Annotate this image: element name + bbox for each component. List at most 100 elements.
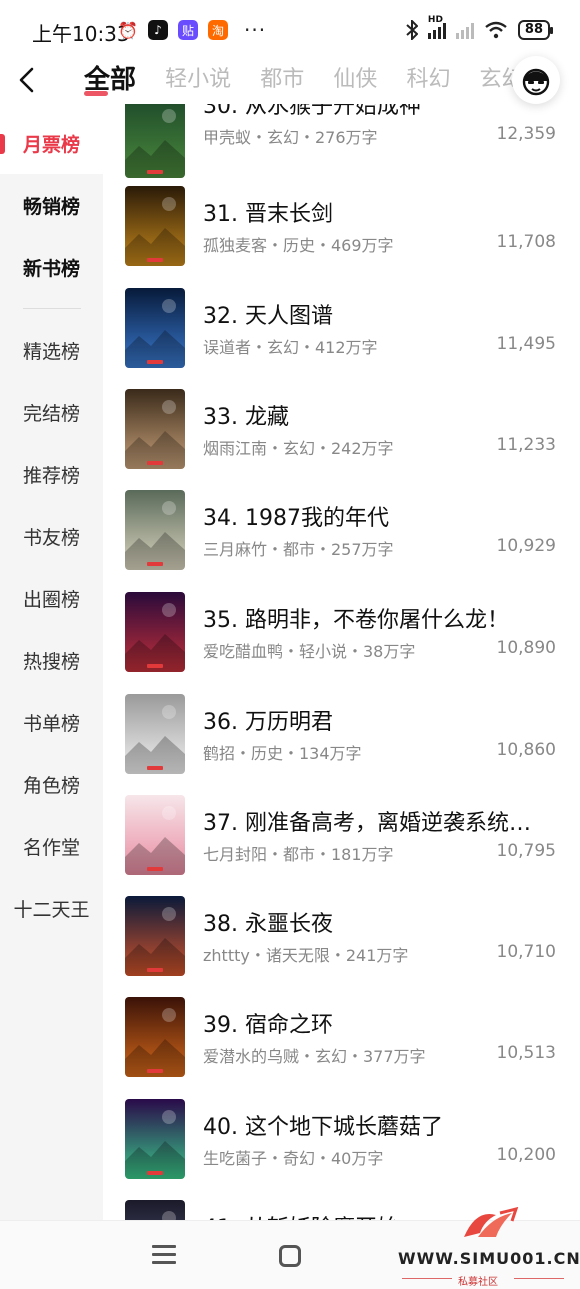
sidebar-item-label: 书友榜 [22,526,80,549]
sidebar-item-hall-of-fame[interactable]: 名作堂 [0,815,103,877]
status-app-icons: ⏰ ♪ 贴 淘 ··· [118,18,266,42]
system-nav-bar: WWW.SIMU001.CN 私募社区 [0,1207,580,1289]
book-meta: 鹤招・历史・134万字 [203,744,362,763]
book-cover [125,997,185,1077]
tieba-icon: 贴 [178,20,198,40]
book-meta: 烟雨江南・玄幻・242万字 [203,439,394,458]
more-notifications-icon: ··· [244,18,267,42]
cover-art-icon [125,186,185,266]
book-cover [125,104,185,178]
book-title: 36. 万历明君 [203,710,333,735]
sidebar-item-twelve-kings[interactable]: 十二天王 [0,877,103,939]
book-row[interactable]: 37. 刚准备高考，离婚逆袭系统… 七月封阳・都市・181万字 10,795 [103,795,580,895]
book-meta: 生吃菌子・奇幻・40万字 [203,1149,384,1168]
book-row[interactable]: 40. 这个地下城长蘑菇了 生吃菌子・奇幻・40万字 10,200 [103,1099,580,1199]
book-cover [125,490,185,570]
book-votes: 11,708 [496,232,556,252]
sidebar-item-monthly-ticket[interactable]: 月票榜 [0,112,103,174]
cover-art-icon [125,104,185,178]
sidebar-item-label: 月票榜 [22,133,80,156]
signal-icon: HD [427,15,446,39]
wifi-icon [485,21,507,39]
sidebar-item-hot-search[interactable]: 热搜榜 [0,629,103,691]
book-row[interactable]: 30. 从水猴子开始成神 甲壳蚁・玄幻・276万字 12,359 [103,104,580,198]
category-tabs: 全部 轻小说 都市 仙侠 科幻 玄幻 [84,60,524,104]
cover-art-icon [125,592,185,672]
status-time: 上午10:33 [32,22,130,46]
sidebar-item-booklist[interactable]: 书单榜 [0,691,103,753]
sidebar-item-label: 畅销榜 [22,195,80,218]
book-votes: 11,233 [496,435,556,455]
book-row[interactable]: 34. 1987我的年代 三月麻竹・都市・257万字 10,929 [103,490,580,590]
sidebar-item-label: 推荐榜 [22,464,80,487]
home-button[interactable] [279,1245,301,1267]
sidebar-item-breakout[interactable]: 出圈榜 [0,567,103,629]
book-cover [125,1099,185,1179]
book-title: 31. 晋末长剑 [203,202,333,227]
sidebar-item-label: 书单榜 [22,712,80,735]
book-title: 32. 天人图谱 [203,304,333,329]
book-meta: 误道者・玄幻・412万字 [203,338,378,357]
sidebar-item-label: 精选榜 [22,340,80,363]
cover-art-icon [125,1099,185,1179]
taobao-icon: 淘 [208,20,228,40]
book-meta: 爱吃醋血鸭・轻小说・38万字 [203,642,416,661]
signal-2-icon [455,21,474,39]
sidebar-item-label: 十二天王 [13,898,90,921]
sidebar-item-recommended[interactable]: 推荐榜 [0,443,103,505]
book-title: 40. 这个地下城长蘑菇了 [203,1115,443,1140]
cover-art-icon [125,288,185,368]
status-right-icons: HD 88 [406,15,554,40]
sidebar-item-bestseller[interactable]: 畅销榜 [0,174,103,236]
book-row[interactable]: 31. 晋末长剑 孤独麦客・历史・469万字 11,708 [103,186,580,286]
tab-all[interactable]: 全部 [84,60,136,100]
ranking-sidebar: 月票榜 畅销榜 新书榜 精选榜 完结榜 推荐榜 书友榜 出圈榜 热搜榜 书单榜 … [0,112,103,1220]
book-votes: 10,200 [496,1145,556,1165]
book-meta: zhttty・诸天无限・241万字 [203,946,409,965]
watermark-sub: 私募社区 [458,1277,498,1288]
book-title: 38. 永噩长夜 [203,912,333,937]
book-row[interactable]: 36. 万历明君 鹤招・历史・134万字 10,860 [103,694,580,794]
book-title: 33. 龙藏 [203,405,289,430]
book-row[interactable]: 35. 路明非，不卷你屠什么龙！ 爱吃醋血鸭・轻小说・38万字 10,890 [103,592,580,692]
book-row[interactable]: 32. 天人图谱 误道者・玄幻・412万字 11,495 [103,288,580,388]
sidebar-item-completed[interactable]: 完结榜 [0,381,103,443]
sidebar-item-label: 热搜榜 [22,650,80,673]
book-votes: 10,890 [496,638,556,658]
bluetooth-icon [406,20,418,40]
tab-xianxia[interactable]: 仙侠 [333,60,377,100]
book-title: 30. 从水猴子开始成神 [203,104,421,119]
recent-apps-button[interactable] [152,1245,176,1265]
book-votes: 12,359 [496,124,556,144]
sidebar-item-characters[interactable]: 角色榜 [0,753,103,815]
book-meta: 七月封阳・都市・181万字 [203,845,394,864]
tab-light-novel[interactable]: 轻小说 [165,60,231,100]
book-title: 34. 1987我的年代 [203,506,389,531]
sidebar-item-featured[interactable]: 精选榜 [0,319,103,381]
book-votes: 10,929 [496,536,556,556]
book-votes: 10,795 [496,841,556,861]
status-bar: 上午10:33 ⏰ ♪ 贴 淘 ··· HD 88 [0,0,580,60]
cover-art-icon [125,490,185,570]
book-cover [125,389,185,469]
book-meta: 甲壳蚁・玄幻・276万字 [203,128,378,147]
book-votes: 10,513 [496,1043,556,1063]
book-meta: 三月麻竹・都市・257万字 [203,540,394,559]
sidebar-item-new-books[interactable]: 新书榜 [0,236,103,298]
book-row[interactable]: 38. 永噩长夜 zhttty・诸天无限・241万字 10,710 [103,896,580,996]
book-row[interactable]: 33. 龙藏 烟雨江南・玄幻・242万字 11,233 [103,389,580,489]
sidebar-item-readers[interactable]: 书友榜 [0,505,103,567]
book-row[interactable]: 39. 宿命之环 爱潜水的乌贼・玄幻・377万字 10,513 [103,997,580,1097]
sidebar-item-label: 名作堂 [22,836,80,859]
book-votes: 10,710 [496,942,556,962]
book-votes: 10,860 [496,740,556,760]
book-title: 39. 宿命之环 [203,1013,333,1038]
back-button[interactable] [10,62,42,98]
tab-scifi[interactable]: 科幻 [406,60,450,100]
cover-art-icon [125,389,185,469]
battery-icon: 88 [517,20,554,40]
sidebar-item-label: 新书榜 [22,257,80,280]
book-cover [125,186,185,266]
avatar[interactable] [512,56,560,104]
tab-urban[interactable]: 都市 [260,60,304,100]
